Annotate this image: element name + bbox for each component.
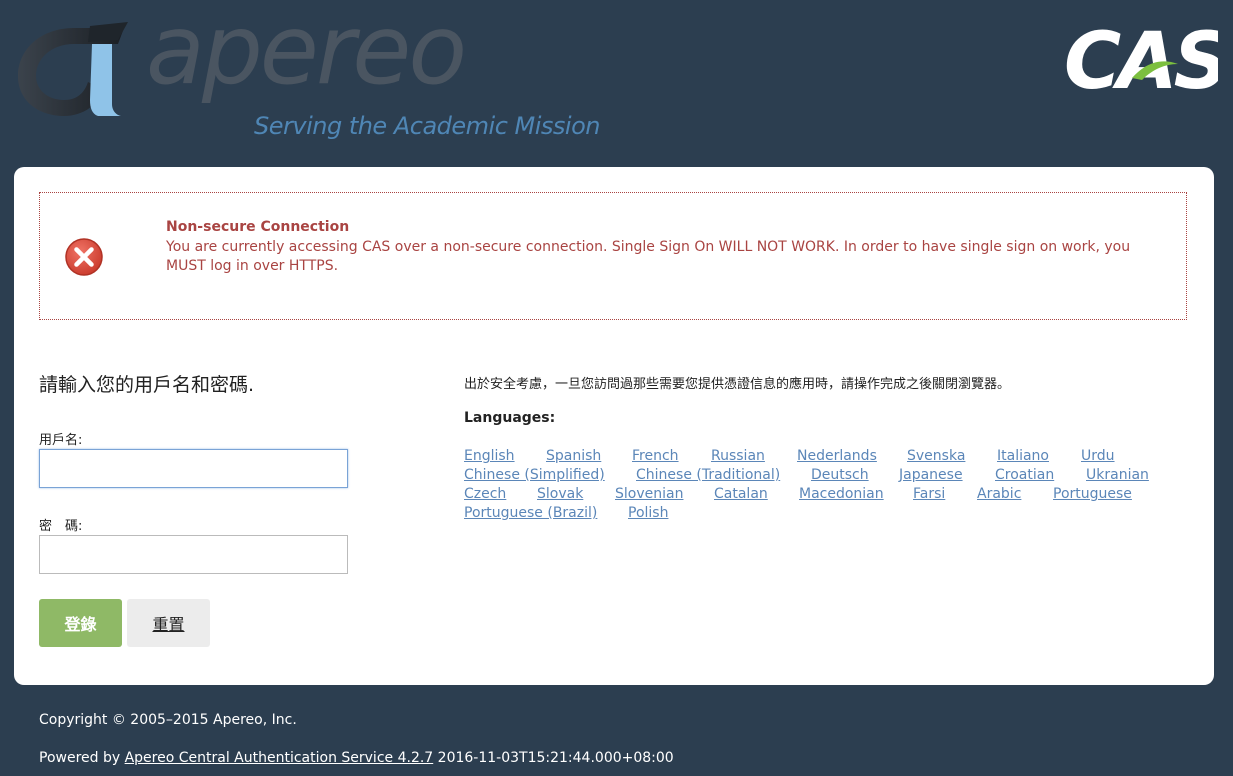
language-link-portuguese[interactable]: Portuguese	[1053, 485, 1132, 504]
language-link-portuguese-brazil[interactable]: Portuguese (Brazil)	[464, 504, 597, 523]
cas-product-link[interactable]: Apereo Central Authentication Service 4.…	[125, 750, 434, 766]
password-label: 密 碼:	[39, 519, 83, 534]
reset-button[interactable]: 重置	[127, 599, 210, 647]
page-header: apereo Serving the Academic Mission CAS	[0, 0, 1233, 160]
language-link-russian[interactable]: Russian	[711, 447, 765, 466]
error-x-icon	[65, 238, 103, 276]
language-link-spanish[interactable]: Spanish	[546, 447, 601, 466]
language-link-slovenian[interactable]: Slovenian	[615, 485, 683, 504]
language-link-english[interactable]: English	[464, 447, 515, 466]
alert-title: Non-secure Connection	[166, 219, 350, 235]
username-label: 用戶名:	[39, 433, 83, 448]
password-input[interactable]	[39, 535, 348, 574]
language-link-arabic[interactable]: Arabic	[977, 485, 1021, 504]
username-input[interactable]	[39, 449, 348, 488]
language-link-chinese-traditional[interactable]: Chinese (Traditional)	[636, 466, 780, 485]
language-link-czech[interactable]: Czech	[464, 485, 506, 504]
language-link-svenska[interactable]: Svenska	[907, 447, 965, 466]
language-link-croatian[interactable]: Croatian	[995, 466, 1054, 485]
login-panel: Non-secure Connection You are currently …	[14, 167, 1214, 685]
language-link-japanese[interactable]: Japanese	[899, 466, 963, 485]
apereo-logo: apereo Serving the Academic Mission	[14, 2, 614, 146]
non-secure-alert: Non-secure Connection You are currently …	[39, 192, 1187, 320]
alert-message: You are currently accessing CAS over a n…	[166, 239, 1131, 274]
language-link-deutsch[interactable]: Deutsch	[811, 466, 869, 485]
footer-powered-by: Powered by Apereo Central Authentication…	[39, 750, 674, 766]
language-link-catalan[interactable]: Catalan	[714, 485, 768, 504]
cas-logo-text: CAS	[1064, 17, 1218, 96]
footer-copyright: Copyright © 2005–2015 Apereo, Inc.	[39, 712, 297, 728]
language-link-polish[interactable]: Polish	[628, 504, 668, 523]
cas-logo: CAS	[1062, 14, 1230, 107]
language-link-italiano[interactable]: Italiano	[997, 447, 1049, 466]
apereo-mark-icon	[18, 22, 128, 116]
apereo-tagline: Serving the Academic Mission	[254, 112, 600, 140]
language-link-urdu[interactable]: Urdu	[1081, 447, 1115, 466]
footer-powered-prefix: Powered by	[39, 750, 125, 766]
language-link-nederlands[interactable]: Nederlands	[797, 447, 877, 466]
language-link-farsi[interactable]: Farsi	[913, 485, 945, 504]
language-link-macedonian[interactable]: Macedonian	[799, 485, 884, 504]
footer-build-timestamp: 2016-11-03T15:21:44.000+08:00	[433, 750, 674, 766]
language-link-french[interactable]: French	[632, 447, 679, 466]
login-heading: 請輸入您的用戶名和密碼.	[39, 374, 255, 396]
login-submit-button[interactable]: 登錄	[39, 599, 122, 647]
languages-heading: Languages:	[464, 410, 556, 426]
language-link-ukranian[interactable]: Ukranian	[1086, 466, 1149, 485]
language-link-chinese-simplified[interactable]: Chinese (Simplified)	[464, 466, 605, 485]
language-link-slovak[interactable]: Slovak	[537, 485, 583, 504]
security-note: 出於安全考慮，一旦您訪問過那些需要您提供憑證信息的應用時，請操作完成之後關閉瀏覽…	[464, 377, 1011, 392]
apereo-wordmark: apereo	[146, 0, 467, 106]
